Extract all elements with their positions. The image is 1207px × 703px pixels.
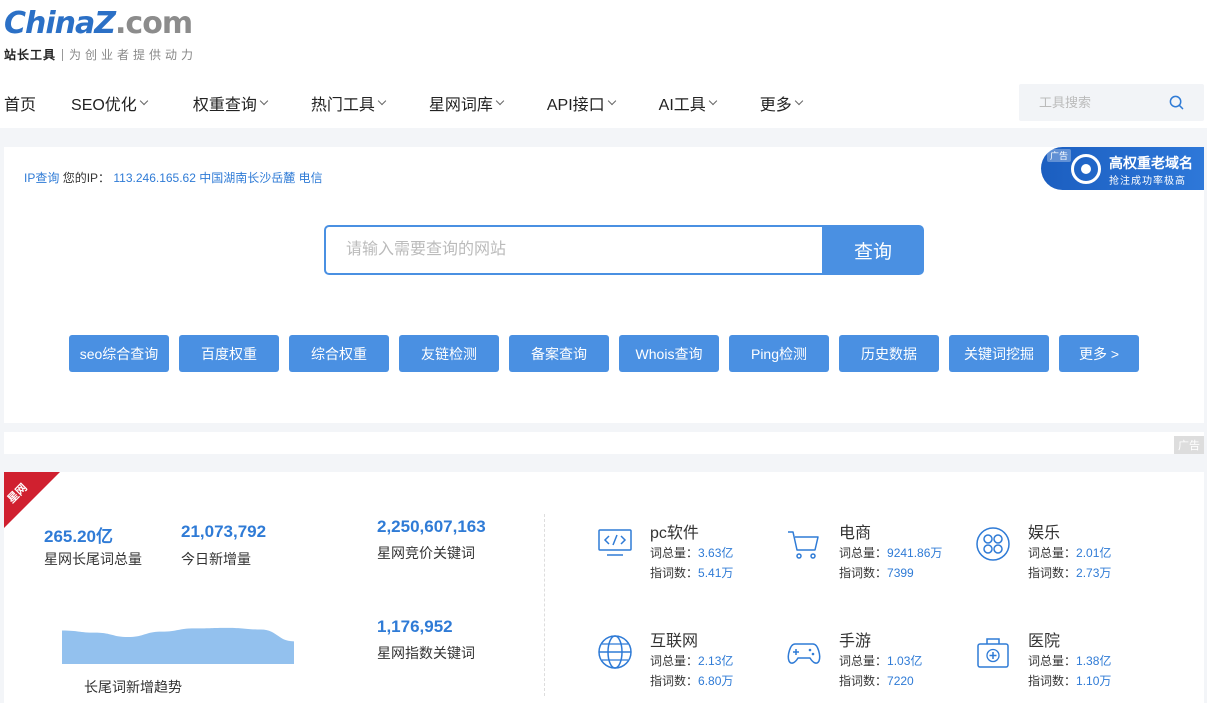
- logo[interactable]: ChinaZ.com 站长工具 为创业者提供动力: [4, 4, 197, 63]
- logo-slogan: 为创业者提供动力: [69, 48, 198, 62]
- category-name: 互联网: [650, 633, 699, 650]
- category-index-count: 指词数：1.10万: [1028, 674, 1112, 688]
- category-name: 电商: [839, 525, 872, 542]
- category-internet[interactable]: 互联网 词总量：2.13亿 指词数：6.80万: [597, 630, 767, 690]
- today-new-label: 今日新增量: [181, 551, 251, 567]
- ad-strip-tag: 广告: [1174, 436, 1204, 454]
- quick-tools: seo综合查询 百度权重 综合权重 友链检测 备案查询 Whois查询 Ping…: [69, 335, 1149, 372]
- logo-subtitle: 站长工具 为创业者提供动力: [4, 46, 197, 63]
- site-query: 查询: [324, 225, 924, 275]
- logo-divider: [62, 48, 64, 61]
- nav-item-lexicon[interactable]: 星网词库: [429, 91, 505, 115]
- category-index-count: 指词数：7220: [839, 674, 914, 688]
- nav-item-hot-tools[interactable]: 热门工具: [311, 91, 387, 115]
- logo-wordmark: ChinaZ.com: [4, 6, 193, 41]
- nav-item-ai-tools[interactable]: AI工具: [659, 91, 718, 115]
- query-button[interactable]: 查询: [822, 225, 924, 275]
- ip-info: IP查询 您的IP： 113.246.165.62 中国湖南长沙岳麓 电信: [24, 169, 323, 186]
- site-header: ChinaZ.com 站长工具 为创业者提供动力 首页 SEO优化 权重查询 热…: [0, 0, 1207, 128]
- ad-strip[interactable]: 广告: [4, 432, 1204, 454]
- category-word-total: 词总量：2.01亿: [1028, 546, 1112, 560]
- shopping-cart-icon: [788, 531, 819, 559]
- stats-divider: [544, 514, 545, 696]
- ip-label: 您的IP：: [62, 171, 111, 185]
- chevron-down-icon: [708, 96, 718, 106]
- bid-keywords-label: 星网竞价关键词: [377, 545, 475, 561]
- category-pc-software[interactable]: pc软件 词总量：3.63亿 指词数：5.41万: [597, 522, 767, 582]
- quick-whois-button[interactable]: Whois查询: [619, 335, 719, 372]
- category-name: 医院: [1028, 633, 1061, 650]
- ad-banner[interactable]: 广告 高权重老域名 抢注成功率极高: [1041, 147, 1204, 190]
- nav-item-api[interactable]: API接口: [547, 91, 616, 115]
- chevron-down-icon: [139, 96, 149, 106]
- category-word-total: 词总量：2.13亿: [650, 654, 734, 668]
- chevron-down-icon: [794, 96, 804, 106]
- category-word-total: 词总量：9241.86万: [839, 546, 943, 560]
- site-query-input[interactable]: [324, 225, 824, 275]
- logo-sub-title: 站长工具: [4, 48, 57, 62]
- category-name: pc软件: [650, 525, 699, 542]
- chevron-down-icon: [495, 96, 505, 106]
- domain-logo-icon: [1071, 154, 1101, 184]
- trend-area: [62, 627, 294, 664]
- quick-baidu-weight-button[interactable]: 百度权重: [179, 335, 279, 372]
- quick-overall-weight-button[interactable]: 综合权重: [289, 335, 389, 372]
- monitor-code-icon: [598, 529, 632, 556]
- quick-seo-overview-button[interactable]: seo综合查询: [69, 335, 169, 372]
- category-name: 手游: [839, 633, 872, 650]
- category-ecommerce[interactable]: 电商 词总量：9241.86万 指词数：7399: [786, 522, 956, 582]
- today-new-value: 21,073,792: [181, 522, 267, 541]
- nav-item-seo[interactable]: SEO优化: [71, 91, 149, 115]
- search-icon[interactable]: [1169, 95, 1184, 110]
- category-index-count: 指词数：5.41万: [650, 566, 734, 580]
- quick-history-button[interactable]: 历史数据: [839, 335, 939, 372]
- index-keywords-value: 1,176,952: [377, 617, 453, 636]
- ip-query-link[interactable]: IP查询: [24, 171, 59, 185]
- tool-search-input[interactable]: [1019, 84, 1169, 121]
- nav-item-home[interactable]: 首页: [4, 91, 36, 115]
- category-word-total: 词总量：1.03亿: [839, 654, 923, 668]
- query-card: IP查询 您的IP： 113.246.165.62 中国湖南长沙岳麓 电信 广告…: [4, 147, 1204, 423]
- ad-title: 高权重老域名: [1109, 155, 1193, 171]
- bid-keywords-value: 2,250,607,163: [377, 517, 486, 536]
- longtail-total-label: 星网长尾词总量: [44, 551, 142, 567]
- category-hospital[interactable]: 医院 词总量：1.38亿 指词数：1.10万: [975, 630, 1145, 690]
- quick-friend-link-button[interactable]: 友链检测: [399, 335, 499, 372]
- entertainment-icon: [976, 527, 1010, 561]
- trend-chart: [62, 627, 294, 664]
- nav-item-weight[interactable]: 权重查询: [193, 91, 269, 115]
- category-index-count: 指词数：6.80万: [650, 674, 734, 688]
- chevron-down-icon: [377, 96, 387, 106]
- quick-icp-button[interactable]: 备案查询: [509, 335, 609, 372]
- trend-label: 长尾词新增趋势: [84, 679, 182, 695]
- category-index-count: 指词数：7399: [839, 566, 914, 580]
- category-mobile-games[interactable]: 手游 词总量：1.03亿 指词数：7220: [786, 630, 956, 690]
- gamepad-icon: [787, 643, 821, 664]
- ad-subtitle: 抢注成功率极高: [1109, 176, 1186, 187]
- index-keywords-label: 星网指数关键词: [377, 645, 475, 661]
- ad-tag: 广告: [1047, 149, 1072, 162]
- longtail-total-value: 265.20亿: [44, 527, 113, 546]
- globe-icon: [598, 635, 632, 669]
- quick-more-button[interactable]: 更多 >: [1059, 335, 1139, 372]
- tool-search: [1019, 84, 1204, 121]
- medical-kit-icon: [977, 638, 1009, 668]
- ip-value: 113.246.165.62 中国湖南长沙岳麓 电信: [113, 171, 323, 185]
- chevron-down-icon: [607, 96, 616, 106]
- ribbon-badge: 星网: [4, 472, 60, 528]
- category-name: 娱乐: [1028, 525, 1061, 542]
- category-word-total: 词总量：1.38亿: [1028, 654, 1112, 668]
- category-entertainment[interactable]: 娱乐 词总量：2.01亿 指词数：2.73万: [975, 522, 1145, 582]
- nav-item-more[interactable]: 更多: [760, 91, 804, 115]
- category-index-count: 指词数：2.73万: [1028, 566, 1112, 580]
- quick-keyword-mining-button[interactable]: 关键词挖掘: [949, 335, 1049, 372]
- lexicon-stats: 星网 265.20亿 星网长尾词总量 21,073,792 今日新增量 长尾词新…: [4, 472, 1204, 703]
- category-word-total: 词总量：3.63亿: [650, 546, 734, 560]
- quick-ping-button[interactable]: Ping检测: [729, 335, 829, 372]
- main-nav: 首页 SEO优化 权重查询 热门工具 星网词库 API接口 AI工具 更多: [4, 86, 804, 120]
- chevron-down-icon: [259, 96, 269, 106]
